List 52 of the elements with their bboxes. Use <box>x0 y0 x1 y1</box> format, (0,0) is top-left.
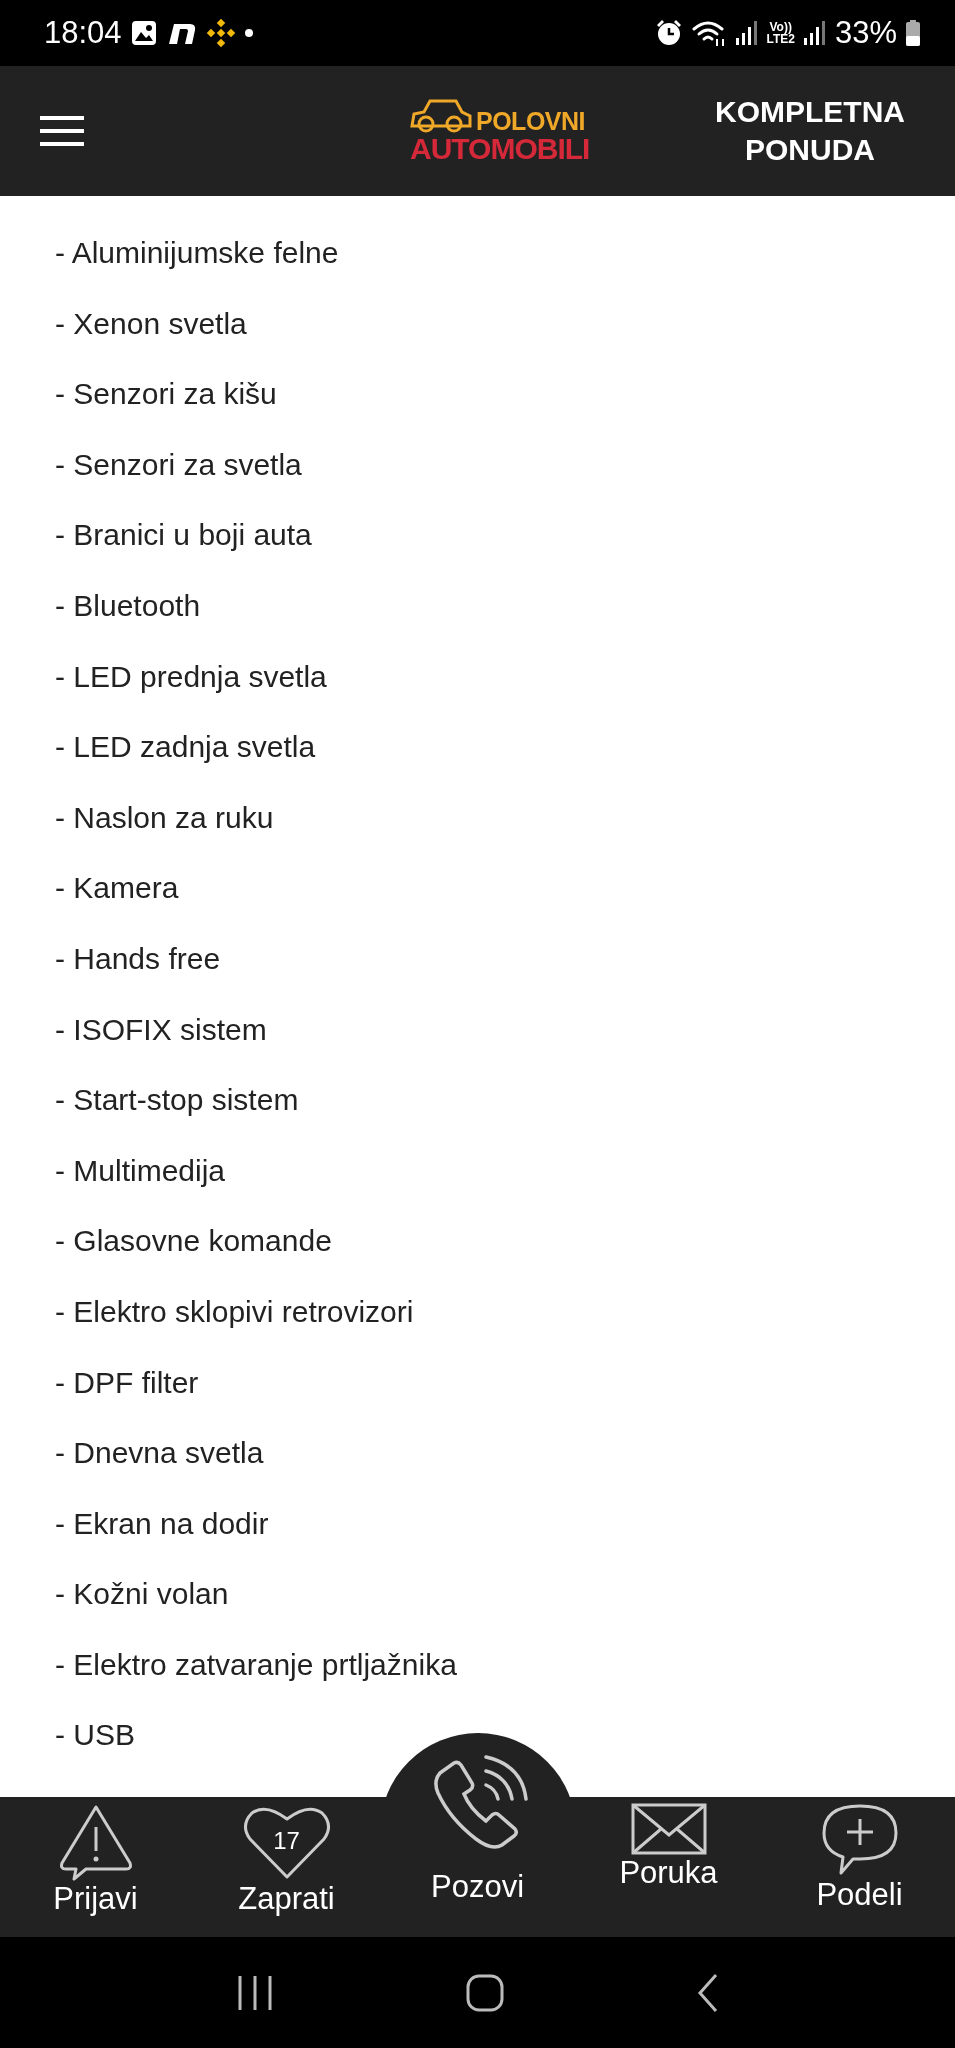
feature-item: - Start-stop sistem <box>55 1082 300 1119</box>
feature-item: - USB <box>55 1717 136 1754</box>
offer-link[interactable]: KOMPLETNA PONUDA <box>695 93 925 169</box>
feature-item: - Kožni volan <box>55 1576 230 1613</box>
home-icon <box>465 1973 504 2012</box>
home-button[interactable] <box>465 1973 504 2012</box>
feature-item: - Elektro zatvaranje prtljažnika <box>55 1646 458 1683</box>
feature-item: - ISOFIX sistem <box>55 1011 268 1048</box>
feature-item: - Ekran na dodir <box>55 1505 270 1542</box>
menu-icon <box>40 115 84 147</box>
feature-item: - Branici u boji auta <box>55 517 313 554</box>
feature-item: - Dnevna svetla <box>55 1435 265 1472</box>
feature-item: - Elektro sklopivi retrovizori <box>55 1293 415 1330</box>
nav-button[interactable]: Pozovi <box>382 1741 573 1937</box>
feature-item: - Senzori za svetla <box>55 446 303 483</box>
signal-icon <box>734 20 759 46</box>
logo-text: AUTOMOBILI <box>410 134 590 164</box>
nav-button[interactable]: Prijavi <box>0 1797 191 1937</box>
nav-button[interactable]: 17 Zaprati <box>191 1797 382 1937</box>
logo-text: POLOVNI <box>476 108 585 134</box>
back-button[interactable] <box>696 1972 719 2013</box>
feature-item: - LED zadnja svetla <box>55 729 317 766</box>
feature-item: - Aluminijumske felne <box>55 235 340 271</box>
feature-item: - Senzori za kišu <box>55 376 278 413</box>
back-icon <box>696 1972 719 2013</box>
envelope-icon <box>630 1803 707 1855</box>
feature-item: - Xenon svetla <box>55 305 248 342</box>
network-label: Vo)) LTE2 <box>766 21 795 45</box>
recent-apps-icon <box>236 1973 273 2012</box>
feature-item: - Naslon za ruku <box>55 799 275 836</box>
wifi-icon <box>690 19 727 47</box>
nav-button[interactable]: Poruka <box>573 1797 764 1937</box>
diamond-icon <box>205 18 236 48</box>
clock-time: 18:04 <box>44 13 122 52</box>
speech-plus-icon <box>820 1803 899 1877</box>
recent-apps-button[interactable] <box>236 1973 273 2012</box>
feature-item: - DPF filter <box>55 1364 200 1401</box>
battery-percent: 33% <box>834 13 897 52</box>
nav-button[interactable]: Podeli <box>764 1797 955 1937</box>
feature-item: - Multimedija <box>55 1152 227 1189</box>
signal-icon <box>802 20 827 46</box>
feature-item: - LED prednja svetla <box>55 658 328 695</box>
follow-count: 17 <box>272 1826 301 1856</box>
feature-item: - Kamera <box>55 870 180 907</box>
image-icon <box>129 19 158 47</box>
feature-item: - Bluetooth <box>55 587 202 624</box>
feature-item: - Hands free <box>55 940 222 977</box>
menu-button[interactable] <box>40 115 84 147</box>
car-icon <box>410 98 472 134</box>
battery-icon <box>905 19 921 47</box>
feature-item: - Glasovne komande <box>55 1223 333 1260</box>
dot-icon <box>243 28 254 38</box>
